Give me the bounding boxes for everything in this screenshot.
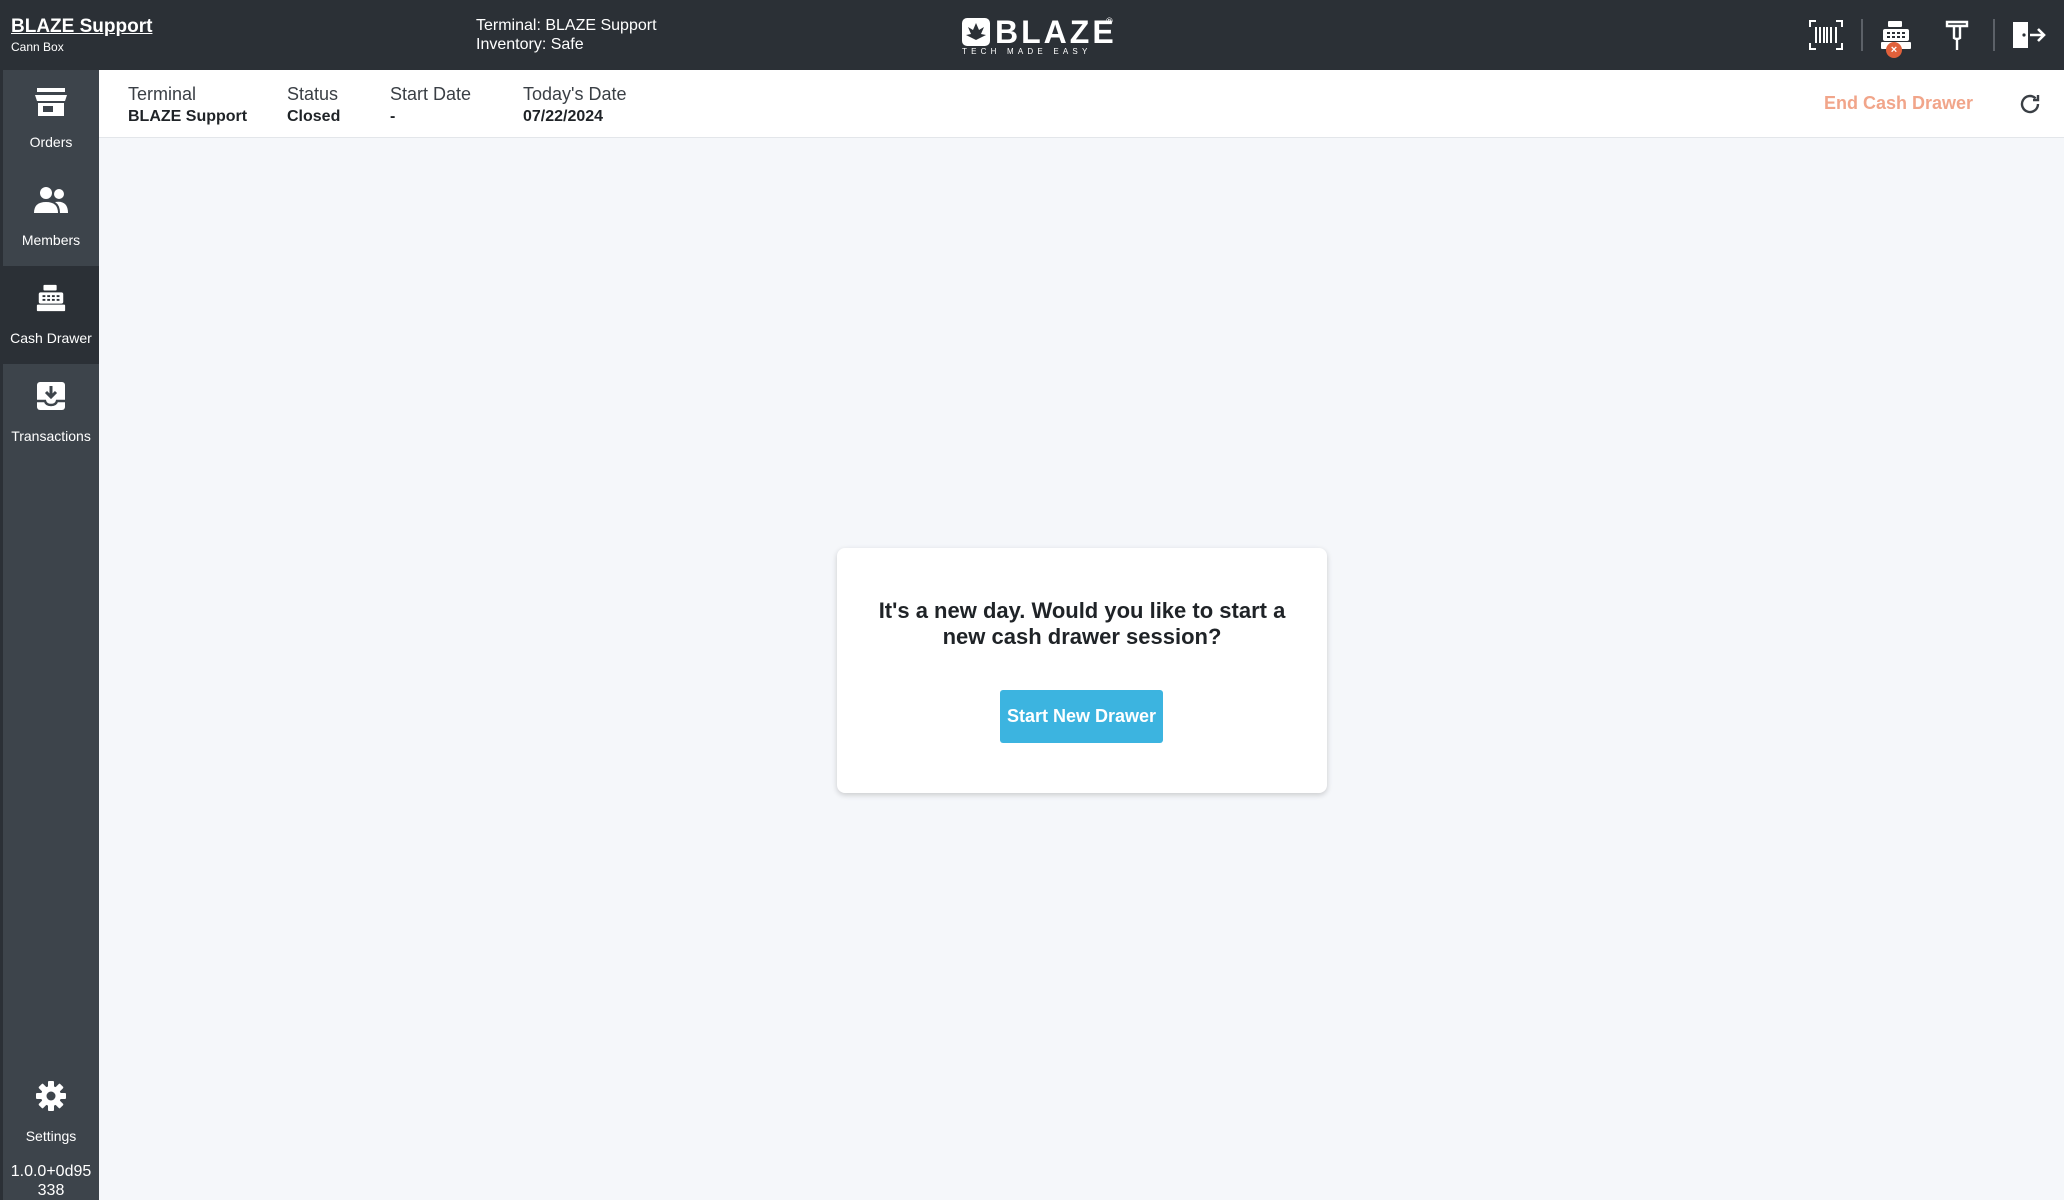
version-line: 338 [37,1182,65,1199]
app-version: 1.0.0+0d95 338 [3,1162,99,1200]
sidebar-item-cash-drawer[interactable]: Cash Drawer [3,266,99,364]
end-cash-drawer-button[interactable]: End Cash Drawer [1824,93,1973,114]
info-value: 07/22/2024 [523,108,604,125]
sidebar-item-settings[interactable]: Settings [3,1064,99,1162]
refresh-icon[interactable] [2016,90,2044,118]
version-line: 1.0.0+0d95 [10,1163,92,1180]
new-drawer-card: It's a new day. Would you like to start … [837,548,1327,793]
terminal-info-column: Terminal BLAZE Support [128,84,247,126]
sidebar: Orders Members Cash Drawer Transactions … [0,70,99,1200]
sidebar-item-members[interactable]: Members [3,168,99,266]
inventory-line: Inventory: Safe [476,36,584,53]
barcode-scanner-icon[interactable] [1806,15,1846,55]
blaze-logo: BLAZE ® TECH MADE EASY [962,14,1122,56]
status-value: Closed [287,108,341,125]
info-label: Status [287,84,339,104]
card-reader-icon[interactable] [1937,15,1977,55]
sidebar-item-label: Orders [29,134,73,150]
sidebar-item-transactions[interactable]: Transactions [3,364,99,462]
people-icon [31,182,71,218]
inbox-download-icon [31,378,71,414]
logo-wordmark: BLAZE [995,14,1117,50]
gear-icon [31,1078,71,1114]
new-drawer-message: It's a new day. Would you like to start … [878,598,1286,649]
leaf-logo-icon [962,18,990,46]
start-new-drawer-button[interactable]: Start New Drawer [1000,690,1163,743]
today-date-info-column: Today's Date 07/22/2024 [523,84,627,126]
store-subtitle: Cann Box [11,40,64,54]
logo-tagline: TECH MADE EASY [962,47,1092,56]
store-icon [31,84,71,120]
info-label: Terminal [128,84,197,104]
sidebar-item-label: Cash Drawer [10,330,92,346]
info-value: BLAZE Support [128,108,248,125]
drawer-info-bar: Terminal BLAZE Support Status Closed Sta… [99,70,2064,138]
info-label: Today's Date [523,84,627,104]
cash-register-status-icon[interactable]: × [1876,15,1916,58]
info-label: Start Date [390,84,472,104]
terminal-line: Terminal: BLAZE Support [476,17,657,34]
logout-icon[interactable] [2008,15,2048,55]
info-value: - [390,108,396,125]
sidebar-item-orders[interactable]: Orders [3,70,99,168]
sidebar-item-label: Transactions [11,428,91,444]
cash-register-icon [31,280,71,316]
top-bar: BLAZE Support Cann Box Terminal: BLAZE S… [0,0,2064,70]
logo-registered-mark: ® [1106,16,1113,26]
disconnected-badge: × [1886,42,1902,58]
start-date-info-column: Start Date - [390,84,471,126]
sidebar-item-label: Members [21,232,81,248]
sidebar-item-label: Settings [25,1128,77,1144]
status-info-column: Status Closed [287,84,340,126]
divider [1993,19,1995,51]
store-info[interactable]: BLAZE Support Cann Box [11,16,152,54]
terminal-info: Terminal: BLAZE Support Inventory: Safe [476,16,657,54]
store-name[interactable]: BLAZE Support [11,16,152,38]
divider [1861,19,1863,51]
